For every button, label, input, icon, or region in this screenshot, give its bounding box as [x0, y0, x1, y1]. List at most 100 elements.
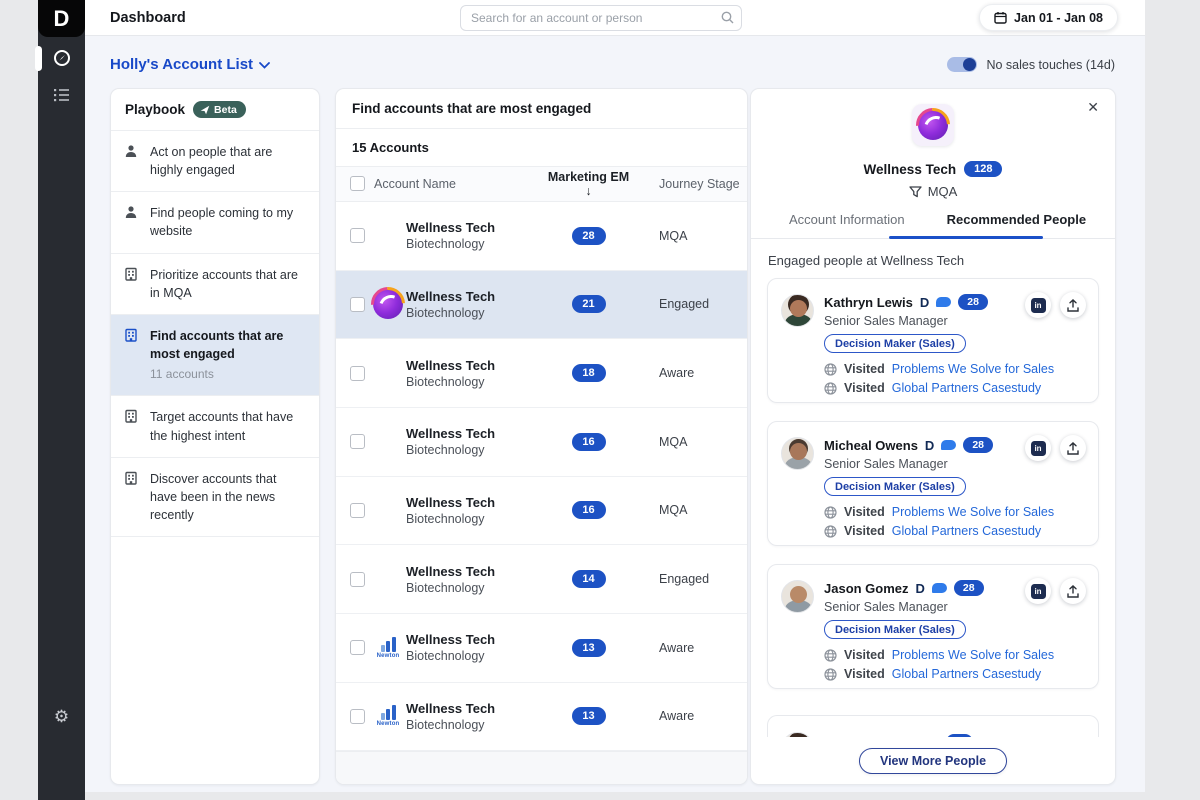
person-card: in Jason Gomez D 28 Senior Sales Manager…	[767, 564, 1099, 689]
globe-icon	[824, 649, 837, 662]
account-detail-panel: ✕ Wellness Tech 128 MQA Account Informat…	[750, 88, 1116, 785]
sales-touches-toggle-row: No sales touches (14d)	[947, 57, 1115, 72]
playbook-item-count: 11 accounts	[150, 366, 306, 383]
nav-settings[interactable]: ⚙	[38, 708, 85, 725]
row-checkbox[interactable]	[350, 228, 365, 243]
row-checkbox[interactable]	[350, 297, 365, 312]
globe-icon	[824, 506, 837, 519]
person-name[interactable]: Kathryn Lewis	[824, 295, 913, 310]
account-industry: Biotechnology	[406, 375, 546, 389]
row-checkbox[interactable]	[350, 366, 365, 381]
playbook-item-label: Target accounts that have the highest in…	[150, 408, 306, 444]
playbook-item-highly-engaged[interactable]: Act on people that are highly engaged	[111, 131, 319, 192]
linkedin-icon: in	[1031, 298, 1046, 313]
view-more-people-button[interactable]: View More People	[859, 748, 1007, 774]
row-checkbox[interactable]	[350, 709, 365, 724]
playbook-title: Playbook	[125, 102, 185, 117]
playbook-item-label: Prioritize accounts that are in MQA	[150, 266, 306, 302]
export-button[interactable]	[1060, 578, 1086, 604]
nav-dashboard[interactable]	[38, 49, 85, 67]
visited-page-link[interactable]: Global Partners Casestudy	[892, 667, 1041, 681]
select-all-checkbox[interactable]	[350, 176, 365, 191]
app-sidebar: D ⚙	[38, 0, 85, 800]
table-row-selected[interactable]: Wellness TechBiotechnology 21 Engaged	[336, 271, 747, 340]
person-name[interactable]: Micheal Owens	[824, 438, 918, 453]
linkedin-button[interactable]: in	[1025, 435, 1051, 461]
table-row[interactable]: Wellness TechBiotechnology 28 MQA	[336, 202, 747, 271]
chat-bubble-icon	[941, 440, 956, 450]
marketing-em-badge: 13	[572, 639, 606, 657]
engaged-people-heading: Engaged people at Wellness Tech	[751, 239, 1115, 278]
linkedin-button[interactable]: in	[1025, 292, 1051, 318]
account-name: Wellness Tech	[406, 632, 546, 647]
column-journey-stage[interactable]: Journey Stage	[631, 177, 747, 191]
column-account-name[interactable]: Account Name	[372, 177, 546, 191]
avatar	[781, 580, 814, 613]
accounts-count: 15 Accounts	[336, 129, 747, 167]
journey-stage: MQA	[631, 435, 747, 449]
visited-page-link[interactable]: Global Partners Casestudy	[892, 381, 1041, 395]
journey-stage: MQA	[631, 229, 747, 243]
building-icon	[124, 327, 140, 384]
visit-action: Visited	[844, 667, 885, 681]
globe-icon	[824, 668, 837, 681]
row-checkbox[interactable]	[350, 503, 365, 518]
role-badge: Decision Maker (Sales)	[824, 620, 966, 639]
visited-page-link[interactable]: Global Partners Casestudy	[892, 524, 1041, 538]
visited-page-link[interactable]: Problems We Solve for Sales	[892, 648, 1054, 662]
account-list-selector[interactable]: Holly's Account List	[110, 56, 270, 73]
tab-account-information[interactable]: Account Information	[789, 212, 905, 227]
table-row[interactable]: Wellness TechBiotechnology 16 MQA	[336, 408, 747, 477]
tab-recommended-people[interactable]: Recommended People	[947, 212, 1086, 227]
sales-touches-toggle[interactable]	[947, 57, 977, 72]
marketing-em-badge: 16	[572, 501, 606, 519]
page-title: Dashboard	[110, 10, 186, 26]
topbar: Dashboard Jan 01 - Jan 08	[85, 0, 1145, 36]
visit-activity: Visited Problems We Solve for Sales	[824, 362, 1084, 376]
table-row[interactable]: Wellness TechBiotechnology 18 Aware	[336, 339, 747, 408]
account-name: Wellness Tech	[406, 220, 546, 235]
playbook-item-highest-intent[interactable]: Target accounts that have the highest in…	[111, 396, 319, 457]
account-name: Wellness Tech	[406, 495, 546, 510]
main-content: Holly's Account List No sales touches (1…	[85, 36, 1145, 792]
table-row[interactable]: Newton Wellness TechBiotechnology 13 Awa…	[336, 614, 747, 683]
active-tab-underline	[889, 236, 1043, 239]
table-row[interactable]: Newton Wellness TechBiotechnology 13 Awa…	[336, 683, 747, 752]
building-icon	[124, 266, 140, 302]
visited-page-link[interactable]: Problems We Solve for Sales	[892, 362, 1054, 376]
playbook-item-most-engaged[interactable]: Find accounts that are most engaged 11 a…	[111, 315, 319, 397]
playbook-item-people-website[interactable]: Find people coming to my website	[111, 192, 319, 253]
export-icon	[1067, 585, 1079, 598]
person-name[interactable]: Jason Gomez	[824, 581, 909, 596]
playbook-item-prioritize-mqa[interactable]: Prioritize accounts that are in MQA	[111, 254, 319, 315]
table-title: Find accounts that are most engaged	[336, 89, 747, 129]
row-checkbox[interactable]	[350, 572, 365, 587]
visit-activity: Visited Global Partners Casestudy	[824, 381, 1084, 395]
globe-icon	[824, 525, 837, 538]
export-button[interactable]	[1060, 292, 1086, 318]
close-icon[interactable]: ✕	[1087, 99, 1099, 116]
row-checkbox[interactable]	[350, 434, 365, 449]
journey-stage: Engaged	[631, 572, 747, 586]
playbook-item-news-recently[interactable]: Discover accounts that have been in the …	[111, 458, 319, 537]
date-range-button[interactable]: Jan 01 - Jan 08	[979, 4, 1118, 31]
building-icon	[124, 408, 140, 444]
rocket-icon	[200, 105, 210, 115]
table-row[interactable]: Wellness TechBiotechnology 14 Engaged	[336, 545, 747, 614]
search-input[interactable]	[460, 5, 742, 31]
column-marketing-em[interactable]: Marketing EM ↓	[546, 170, 631, 198]
table-row[interactable]: Wellness TechBiotechnology 16 MQA	[336, 477, 747, 546]
visited-page-link[interactable]: Problems We Solve for Sales	[892, 505, 1054, 519]
nav-lists[interactable]	[38, 88, 85, 102]
app-logo[interactable]: D	[38, 0, 85, 37]
playbook-item-label: Find people coming to my website	[150, 204, 306, 240]
linkedin-button[interactable]: in	[1025, 578, 1051, 604]
export-icon	[1067, 442, 1079, 455]
visit-activity: Visited Problems We Solve for Sales	[824, 505, 1084, 519]
row-checkbox[interactable]	[350, 640, 365, 655]
wellness-tech-logo	[373, 289, 403, 319]
account-logo-slot	[372, 426, 404, 458]
export-button[interactable]	[1060, 435, 1086, 461]
person-score-badge: 28	[958, 294, 988, 310]
account-logo-tile	[912, 104, 954, 146]
